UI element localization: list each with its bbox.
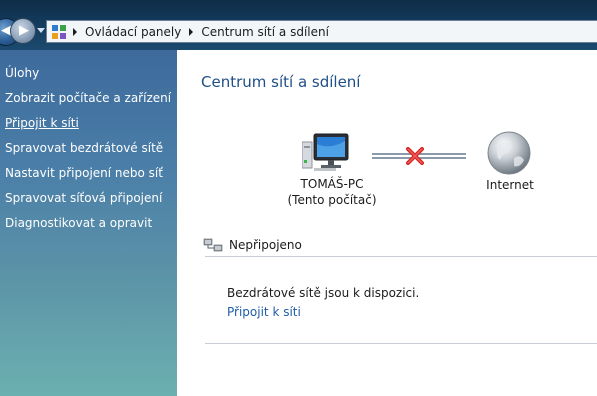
breadcrumb-separator-icon [189,27,194,36]
navigation-buttons: ◀ ▶ [0,18,50,48]
computer-name: TOMÁŠ-PC [300,177,364,191]
task-sidebar: Úlohy Zobrazit počítače a zařízení Připo… [0,50,177,396]
sidebar-item-setup-connection[interactable]: Nastavit připojení nebo síť [5,166,163,180]
globe-icon[interactable] [486,130,532,176]
forward-arrow-icon: ▶ [19,23,29,38]
connection-status-row: Nepřipojeno [203,237,302,253]
breadcrumb-network-center[interactable]: Centrum sítí a sdílení [201,25,329,39]
section-divider [205,256,597,257]
wireless-available-message: Bezdrátové sítě jsou k dispozici. [227,286,420,300]
sidebar-item-view-computers[interactable]: Zobrazit počítače a zařízení [5,91,171,105]
window-topbar: ◀ ▶ Ovládací panely Centrum sítí a sdíle… [0,0,597,50]
sidebar-title: Úlohy [5,66,40,80]
internet-label: Internet [486,178,534,192]
control-panel-icon [51,24,67,40]
recent-pages-dropdown-icon[interactable] [37,28,45,33]
sidebar-item-diagnose-repair[interactable]: Diagnostikovat a opravit [5,216,152,230]
computer-subtitle: (Tento počítač) [287,193,377,207]
sidebar-item-connect-to-network[interactable]: Připojit k síti [5,116,79,130]
status-label: Nepřipojeno [229,238,302,252]
sidebar-item-manage-wireless[interactable]: Spravovat bezdrátové sítě [5,141,163,155]
sidebar-item-manage-connections[interactable]: Spravovat síťová připojení [5,191,162,205]
address-bar[interactable]: Ovládací panely Centrum sítí a sdílení [46,20,597,43]
forward-button[interactable]: ▶ [10,18,36,44]
breadcrumb-separator-icon [73,27,77,36]
computer-label: TOMÁŠ-PC (Tento počítač) [275,176,389,208]
page-title: Centrum sítí a sdílení [201,73,361,91]
red-x-icon[interactable] [405,147,425,165]
connect-to-network-link[interactable]: Připojit k síti [227,305,301,319]
computer-icon[interactable] [301,132,350,172]
section-divider [205,343,597,344]
main-content: Centrum sítí a sdílení TOMÁŠ-PC (Tento p… [177,50,597,396]
network-icon [203,237,223,253]
breadcrumb-control-panel[interactable]: Ovládací panely [85,25,181,39]
